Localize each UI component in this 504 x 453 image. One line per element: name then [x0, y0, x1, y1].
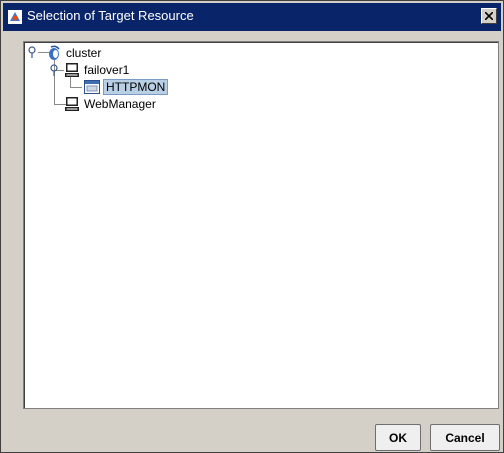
tree-connector [54, 54, 55, 104]
tree-connector [70, 87, 82, 88]
expanded-handle-icon[interactable] [26, 46, 38, 58]
computer-icon [65, 63, 79, 77]
ok-button[interactable]: OK [375, 424, 421, 451]
tree-node-failover1[interactable]: failover1 [64, 62, 129, 78]
tree-label-failover1: failover1 [84, 63, 130, 77]
tree-node-webmanager[interactable]: WebManager [64, 96, 156, 112]
close-icon [485, 12, 493, 20]
expanded-handle-icon[interactable] [48, 64, 60, 76]
tree-label-webmanager: WebManager [84, 97, 156, 111]
tree-label-cluster: cluster [66, 46, 102, 60]
tree-node-cluster[interactable]: cluster [46, 45, 101, 61]
tree-node-httpmon[interactable]: HTTPMON [84, 79, 169, 95]
dialog-window: Selection of Target Resource cluster fai… [0, 0, 504, 453]
resource-tree[interactable]: cluster failover1 HTTPMON WebManager [23, 41, 499, 409]
cancel-button[interactable]: Cancel [430, 424, 500, 451]
dialog-title: Selection of Target Resource [27, 8, 194, 23]
cluster-icon [49, 45, 60, 60]
computer-icon [65, 97, 79, 111]
app-icon [8, 10, 22, 24]
title-bar[interactable]: Selection of Target Resource [3, 3, 501, 31]
close-button[interactable] [481, 8, 497, 24]
monitor-resource-icon [84, 80, 100, 94]
tree-label-httpmon: HTTPMON [103, 79, 169, 95]
